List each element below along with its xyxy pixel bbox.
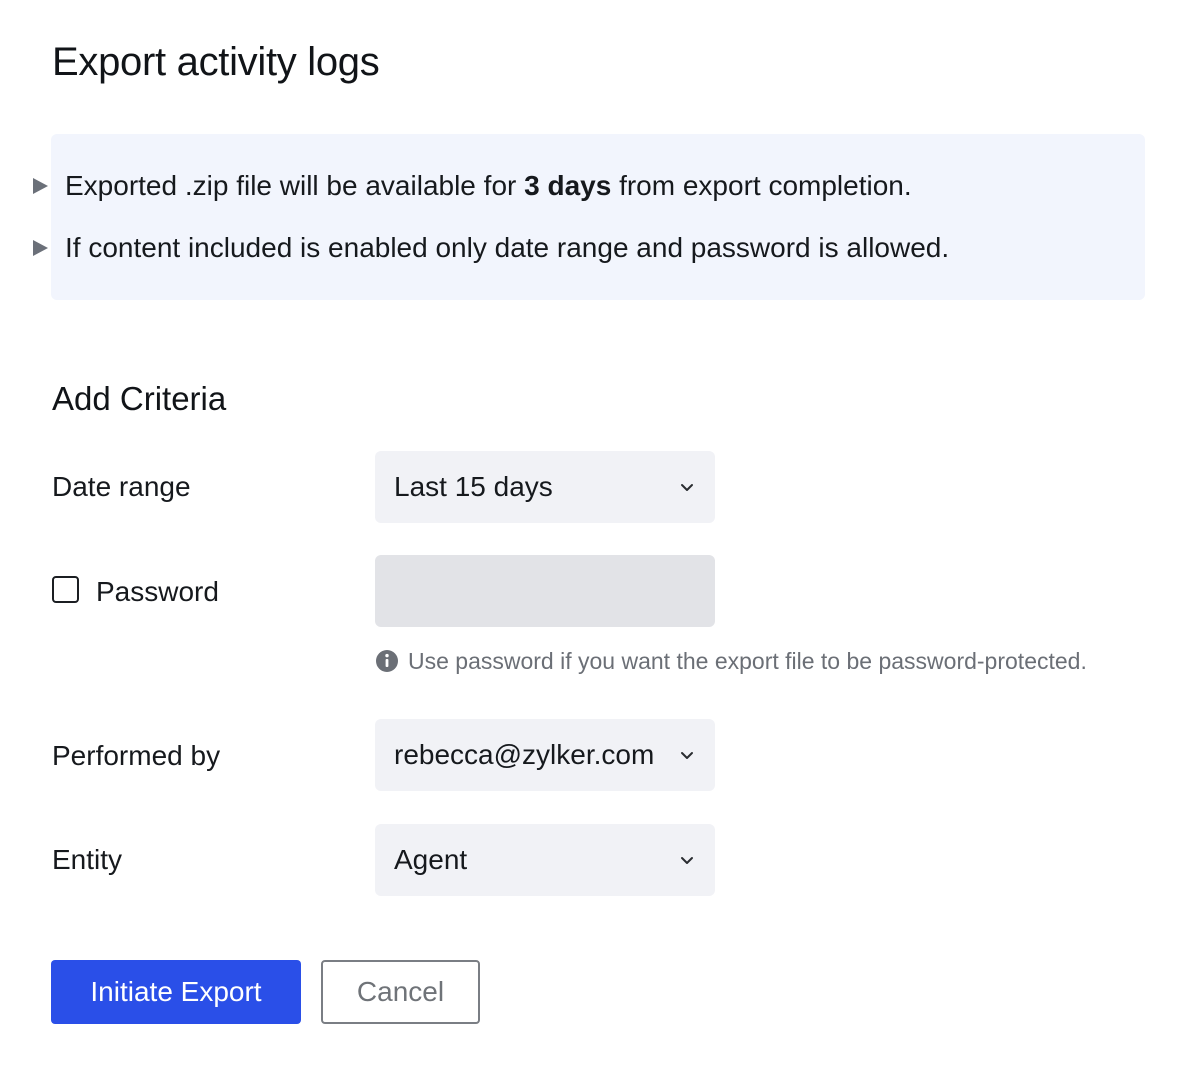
date-range-value: Last 15 days bbox=[394, 471, 553, 502]
password-input[interactable] bbox=[375, 555, 715, 627]
password-label: Password bbox=[96, 576, 219, 607]
performed-by-value: rebecca@zylker.com bbox=[394, 739, 655, 770]
triangle-right-icon bbox=[33, 240, 48, 256]
notice-text: Exported .zip file will be available for… bbox=[65, 170, 912, 201]
chevron-down-icon bbox=[681, 484, 693, 491]
performed-by-label: Performed by bbox=[52, 740, 221, 771]
date-range-select[interactable]: Last 15 days bbox=[375, 451, 715, 523]
date-range-label: Date range bbox=[52, 471, 191, 502]
info-icon bbox=[376, 650, 398, 672]
password-checkbox[interactable] bbox=[52, 576, 79, 603]
notice-item: If content included is enabled only date… bbox=[30, 230, 949, 266]
triangle-right-icon bbox=[33, 178, 48, 194]
entity-label: Entity bbox=[52, 844, 123, 875]
export-activity-logs-page: Export activity logs Exported .zip file … bbox=[0, 0, 1196, 1074]
notice-text: If content included is enabled only date… bbox=[65, 232, 950, 263]
entity-value: Agent bbox=[394, 844, 468, 875]
entity-select[interactable]: Agent bbox=[375, 824, 715, 896]
notice-item: Exported .zip file will be available for… bbox=[30, 168, 912, 204]
password-hint: Use password if you want the export file… bbox=[375, 646, 1087, 676]
notice-emphasis: 3 days bbox=[524, 170, 612, 201]
password-hint-text: Use password if you want the export file… bbox=[408, 647, 1087, 674]
cancel-button[interactable]: Cancel bbox=[321, 960, 480, 1024]
chevron-down-icon bbox=[681, 857, 693, 864]
performed-by-select[interactable]: rebecca@zylker.com bbox=[375, 719, 715, 791]
chevron-down-icon bbox=[681, 752, 693, 759]
initiate-export-button[interactable]: Initiate Export bbox=[51, 960, 301, 1024]
section-title: Add Criteria bbox=[52, 380, 227, 417]
page-title: Export activity logs bbox=[52, 40, 380, 84]
info-notice bbox=[51, 134, 1145, 300]
